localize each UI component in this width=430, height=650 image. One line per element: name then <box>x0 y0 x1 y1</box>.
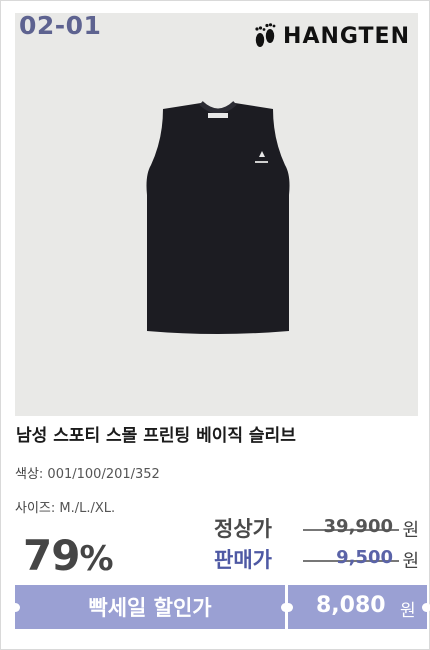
product-card[interactable]: 02-01 HANGTEN 남성 스포티 스몰 프린팅 베이직 슬리브 색상: … <box>0 0 430 650</box>
sale-price-row: 판매가 9,500 원 <box>211 544 421 574</box>
promo-final-price: 8,080 <box>316 593 386 618</box>
promo-price-box[interactable]: 8,080 원 <box>288 585 427 629</box>
size-options: 사이즈: M./L./XL. <box>15 497 115 516</box>
sizes-label: 사이즈 <box>15 501 51 516</box>
footprint-icon <box>255 23 276 47</box>
colors-value: : 001/100/201/352 <box>38 467 160 482</box>
regular-price-value: 39,900 <box>323 516 393 537</box>
promo-price-bar[interactable]: 빡세일 할인가 8,080 원 <box>11 585 430 629</box>
discount-value: 79 <box>23 531 80 580</box>
product-image[interactable]: 02-01 HANGTEN <box>15 11 418 416</box>
discount-rate: 79% <box>23 531 114 580</box>
brand-name: HANGTEN <box>283 23 410 49</box>
sizes-value: : M./L./XL. <box>50 501 116 516</box>
ticket-notch-right <box>422 603 430 612</box>
tshirt-image <box>146 101 290 334</box>
ticket-notch-mid-right <box>284 603 293 612</box>
sale-price-currency: 원 <box>402 551 419 572</box>
product-code: 02-01 <box>19 11 102 40</box>
promo-label-box[interactable]: 빡세일 할인가 <box>15 585 285 629</box>
color-options: 색상: 001/100/201/352 <box>15 463 160 482</box>
sale-price-label: 판매가 <box>214 548 272 572</box>
promo-label: 빡세일 할인가 <box>88 596 212 620</box>
regular-price-label: 정상가 <box>214 517 272 541</box>
brand-logo: HANGTEN <box>253 23 410 49</box>
discount-symbol: % <box>79 539 113 579</box>
sale-price-value: 9,500 <box>336 547 393 568</box>
promo-currency: 원 <box>400 601 416 621</box>
regular-price-row: 정상가 39,900 원 <box>211 513 421 543</box>
colors-label: 색상 <box>15 467 39 482</box>
regular-price-currency: 원 <box>402 520 419 541</box>
ticket-notch-left <box>11 603 20 612</box>
product-title[interactable]: 남성 스포티 스몰 프린팅 베이직 슬리브 <box>16 421 296 446</box>
